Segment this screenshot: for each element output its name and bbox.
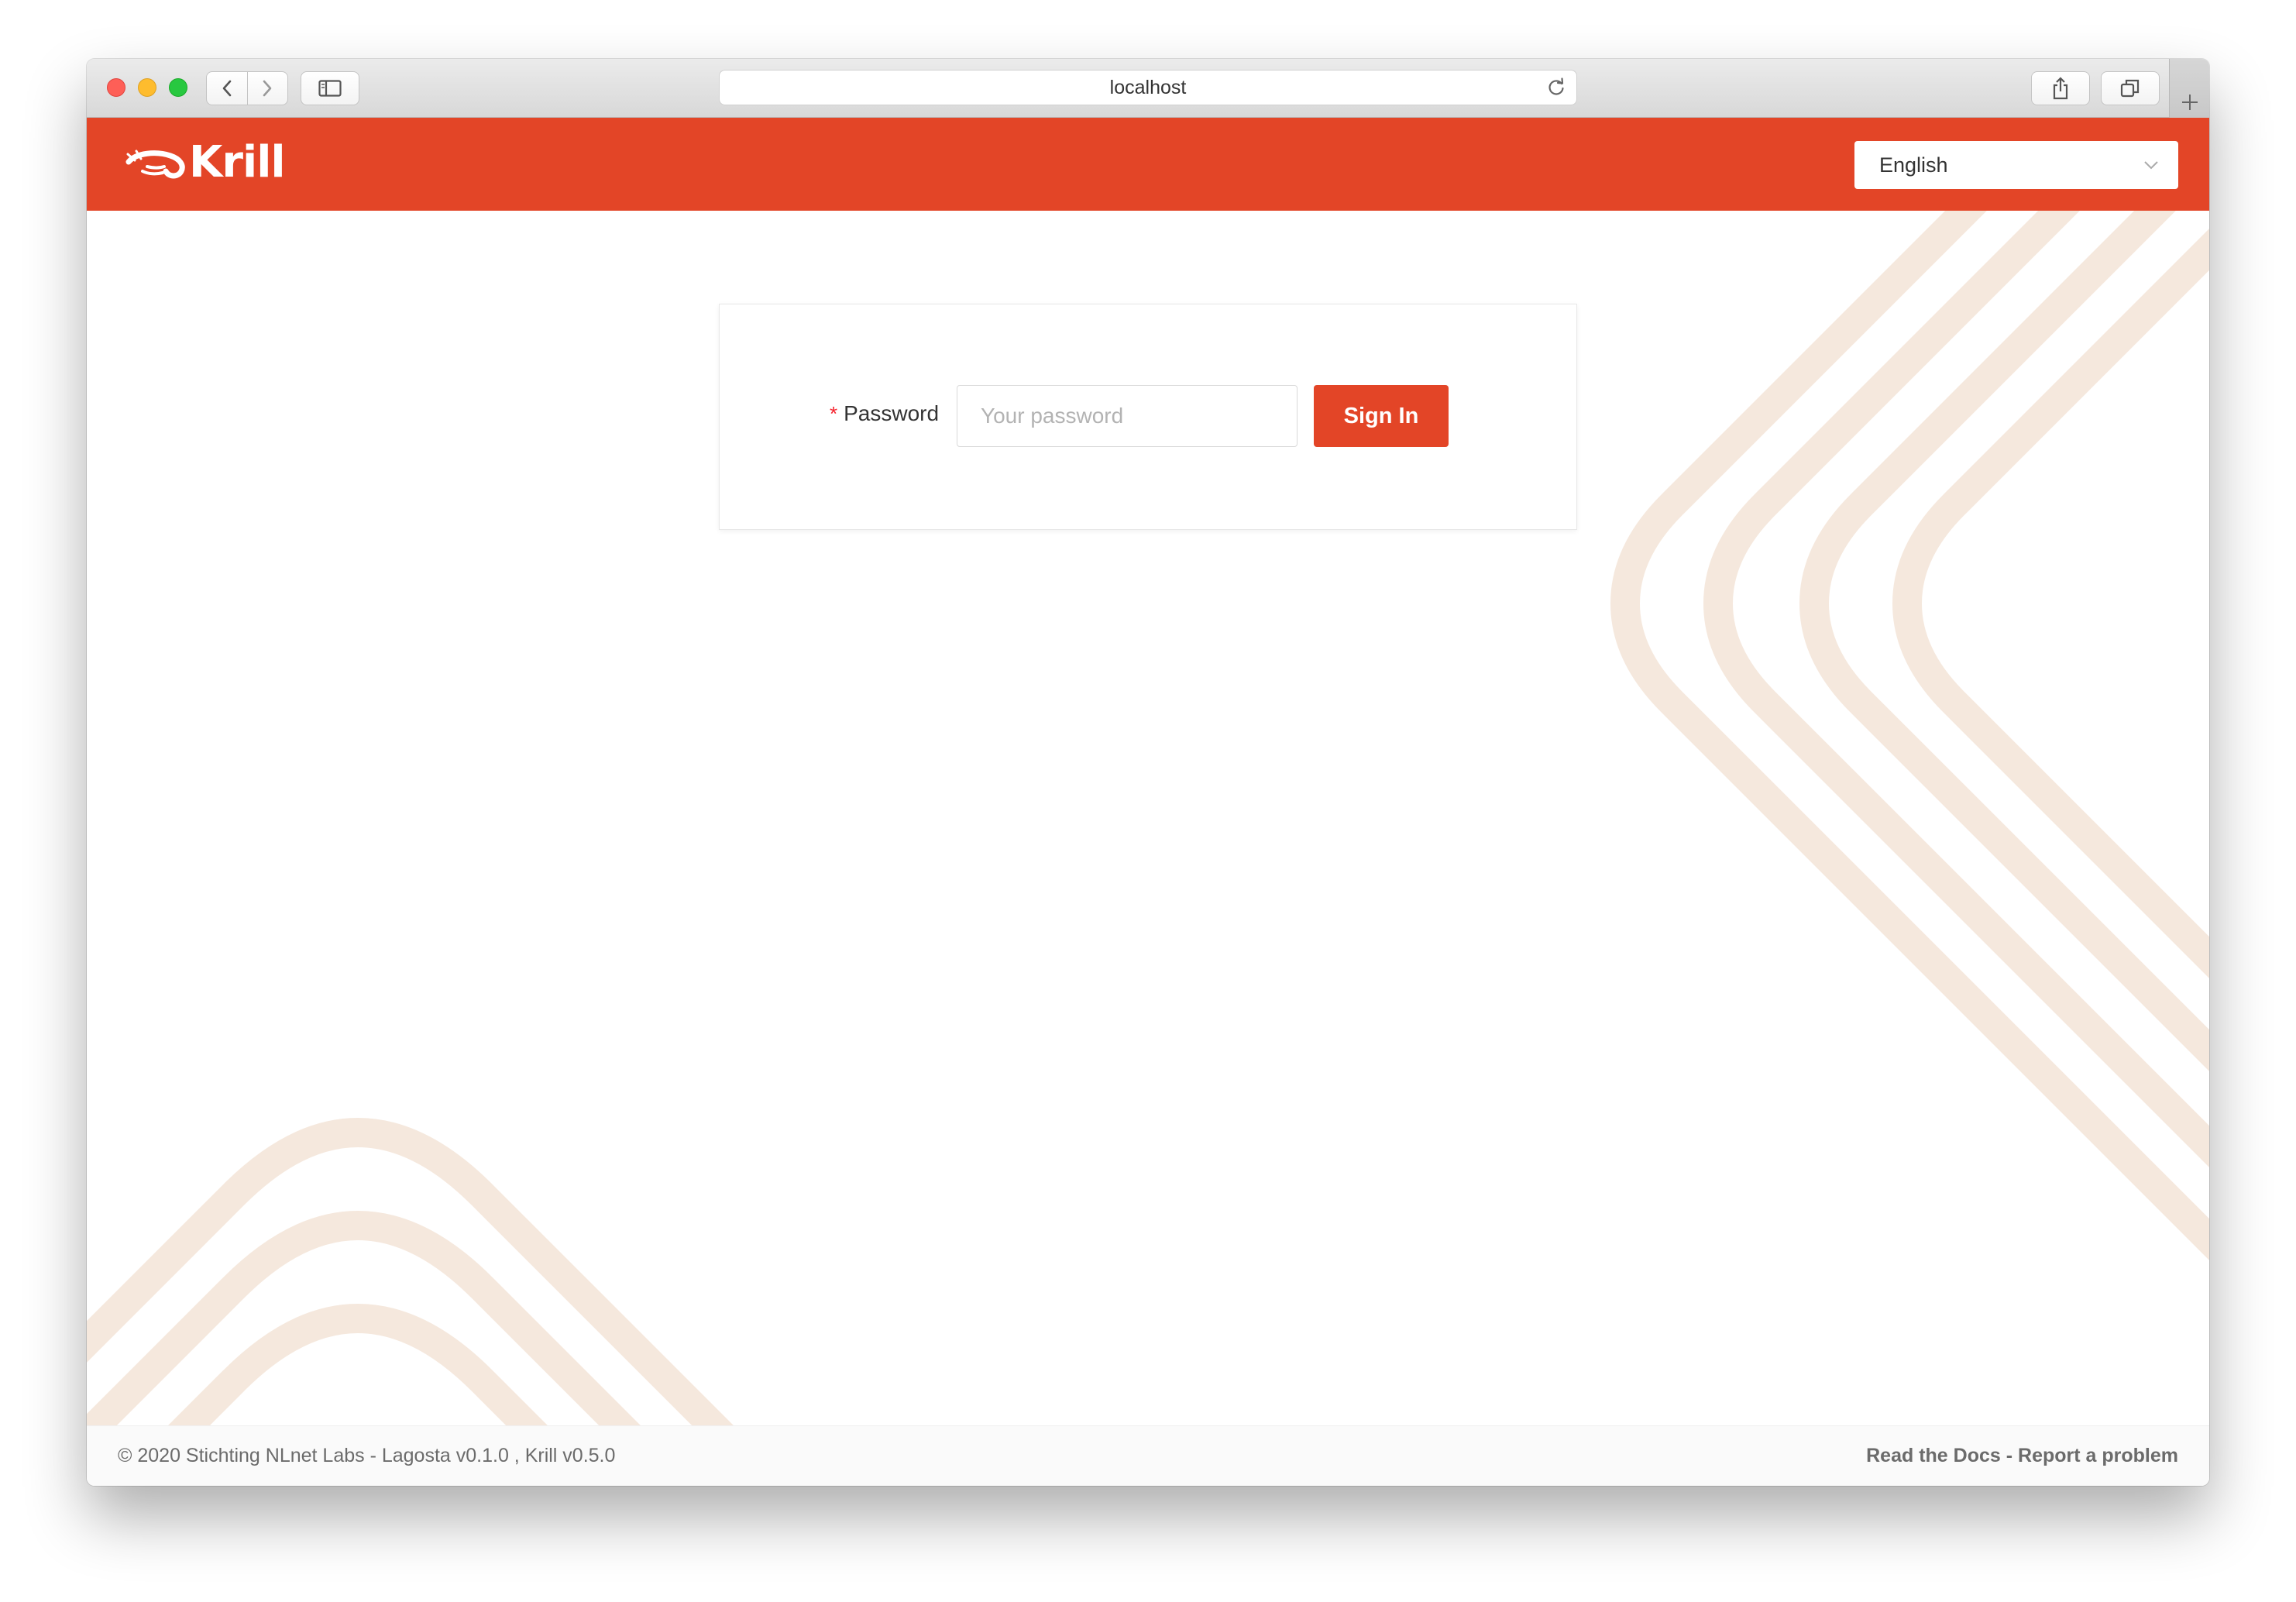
forward-button[interactable] (246, 72, 288, 105)
password-label-text: Password (844, 401, 940, 425)
share-button[interactable] (2031, 71, 2090, 105)
chevron-left-icon (222, 80, 232, 97)
page-footer: © 2020 Stichting NLnet Labs - Lagosta v0… (87, 1425, 2209, 1486)
read-the-docs-link[interactable]: Read the Docs (1866, 1445, 2001, 1466)
app-header: Krill English (87, 118, 2209, 211)
new-tab-button[interactable] (2169, 59, 2209, 118)
required-marker: * (830, 402, 838, 425)
logo-wordmark: Krill (189, 137, 286, 187)
address-bar[interactable]: localhost (719, 70, 1577, 105)
language-select[interactable]: English (1854, 141, 2178, 189)
screenshot-stage: localhost Krill English * Password Sign … (0, 0, 2296, 1602)
footer-copyright: © 2020 Stichting NLnet Labs - Lagosta v0… (118, 1445, 616, 1466)
chevron-down-icon (2144, 161, 2158, 170)
url-text: localhost (1109, 76, 1187, 98)
share-icon (2053, 77, 2068, 100)
sidebar-icon (318, 80, 342, 97)
language-selected-value: English (1879, 153, 1948, 177)
history-navigation (206, 71, 288, 105)
browser-window: localhost Krill English * Password Sign … (87, 59, 2209, 1486)
back-button[interactable] (207, 72, 247, 105)
report-a-problem-link[interactable]: Report a problem (2018, 1445, 2178, 1466)
minimize-window-button[interactable] (138, 78, 156, 97)
close-window-button[interactable] (107, 78, 125, 97)
tabs-overview-icon (2120, 79, 2140, 98)
login-card: * Password Sign In (719, 304, 1577, 530)
main-content: * Password Sign In (87, 211, 2209, 1425)
footer-link-separator: - (2000, 1445, 2019, 1466)
show-tabs-button[interactable] (2101, 71, 2160, 105)
chevron-right-icon (263, 80, 272, 97)
footer-links: Read the Docs - Report a problem (1866, 1445, 2178, 1467)
sidebar-toggle-button[interactable] (301, 71, 359, 105)
password-input[interactable] (957, 385, 1298, 447)
sign-in-button[interactable]: Sign In (1314, 385, 1449, 447)
browser-toolbar: localhost (87, 59, 2209, 118)
shrimp-logo-icon (125, 150, 185, 179)
maximize-window-button[interactable] (169, 78, 187, 97)
reload-icon[interactable] (1545, 77, 1567, 98)
krill-logo[interactable]: Krill (125, 137, 286, 187)
password-label: * Password (830, 400, 939, 427)
plus-icon (2181, 95, 2198, 110)
